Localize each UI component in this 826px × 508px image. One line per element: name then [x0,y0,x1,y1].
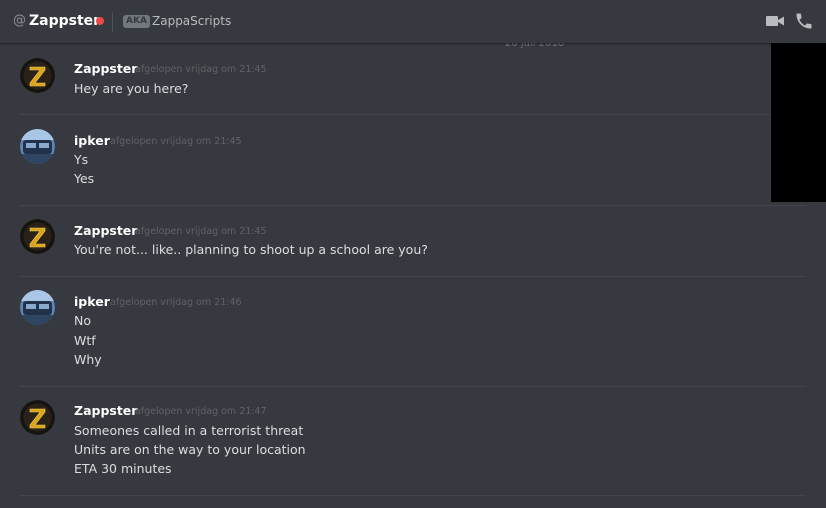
message-author[interactable]: Zappster [74,61,137,77]
message-separator [20,386,806,387]
phone-call-icon[interactable] [794,11,814,31]
message-author[interactable]: ipker [74,133,110,149]
message-separator [20,114,806,115]
message-text: Hey are you here? [74,81,189,96]
message-separator [20,276,806,277]
zappster-avatar[interactable] [20,219,55,254]
dm-window: @ Zappster AKA ZappaScripts 20 juli 2018 [0,0,826,508]
zappster-avatar[interactable] [20,400,55,435]
dm-username[interactable]: Zappster [29,12,100,30]
message-author[interactable]: ipker [74,294,110,310]
message-text: No [74,313,91,328]
message-text: Yes [74,171,95,186]
message-timestamp: afgelopen vrijdag om 21:46 [110,297,242,308]
header-divider [112,12,113,32]
message-timestamp: afgelopen vrijdag om 21:45 [135,64,267,75]
message-timestamp: afgelopen vrijdag om 21:47 [135,406,267,417]
message-text: Wtf [74,333,96,348]
message-text: Ys [74,152,89,167]
redaction-block [771,39,826,202]
ipker-avatar[interactable] [20,290,55,325]
message-separator [20,205,806,206]
message-text: You're not... like.. planning to shoot u… [74,242,428,257]
message-timestamp: afgelopen vrijdag om 21:45 [135,226,267,237]
status-dnd-icon [96,17,104,25]
message-author[interactable]: Zappster [74,403,137,419]
at-symbol: @ [13,13,26,28]
channel-header: @ Zappster AKA ZappaScripts [0,0,826,43]
message-separator [20,495,806,496]
aka-name: ZappaScripts [152,14,232,28]
message-author[interactable]: Zappster [74,223,137,239]
message-timestamp: afgelopen vrijdag om 21:45 [110,136,242,147]
message-text: Units are on the way to your location [74,442,306,457]
message-text: ETA 30 minutes [74,461,172,476]
video-call-icon[interactable] [765,11,785,31]
zappster-avatar[interactable] [20,58,55,93]
message-text: Someones called in a terrorist threat [74,423,304,438]
ipker-avatar[interactable] [20,129,55,164]
aka-badge: AKA [123,15,150,28]
message-text: Why [74,352,102,367]
